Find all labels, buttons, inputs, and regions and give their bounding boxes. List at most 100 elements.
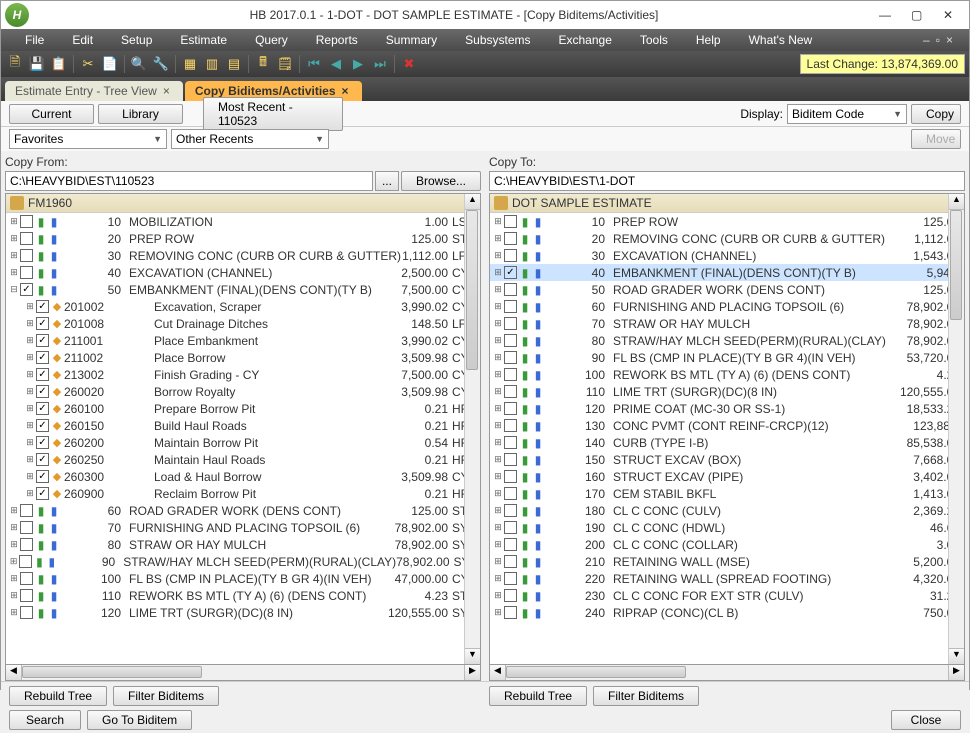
tool-delete-icon[interactable]: ✖ [399,54,419,74]
tool-prev-icon[interactable]: ◀ [326,54,346,74]
expand-icon[interactable]: ⊟ [8,284,20,295]
checkbox[interactable] [20,589,33,602]
expand-icon[interactable]: ⊞ [24,369,36,380]
close-button[interactable]: Close [891,710,961,730]
menu-summary[interactable]: Summary [372,31,451,49]
checkbox[interactable] [504,470,517,483]
checkbox[interactable] [20,521,33,534]
tool-first-icon[interactable]: ⏮ [304,54,324,74]
menu-reports[interactable]: Reports [302,31,372,49]
vertical-scrollbar[interactable]: ▲▼ [948,194,964,664]
expand-icon[interactable]: ⊞ [492,403,504,414]
checkbox[interactable] [36,419,49,432]
horizontal-scrollbar[interactable]: ◀▶ [5,665,481,681]
expand-icon[interactable]: ⊞ [492,454,504,465]
maximize-button[interactable]: ▢ [911,8,925,22]
expand-icon[interactable]: ⊞ [492,471,504,482]
biditem-row[interactable]: ⊞▮▮110REWORK BS MTL (TY A) (6) (DENS CON… [6,587,480,604]
biditem-row[interactable]: ⊞▮▮200CL C CONC (COLLAR)3.00 [490,536,964,553]
rebuild-tree-button[interactable]: Rebuild Tree [9,686,107,706]
checkbox[interactable] [504,419,517,432]
tool-cut-icon[interactable]: ✂ [78,54,98,74]
checkbox[interactable] [504,436,517,449]
current-button[interactable]: Current [9,104,94,124]
expand-icon[interactable]: ⊞ [24,488,36,499]
biditem-row[interactable]: ⊞▮▮50ROAD GRADER WORK (DENS CONT)125.00 [490,281,964,298]
checkbox[interactable] [504,249,517,262]
checkbox[interactable] [504,538,517,551]
checkbox[interactable] [20,249,33,262]
checkbox[interactable] [20,572,33,585]
expand-icon[interactable]: ⊞ [24,454,36,465]
checkbox[interactable] [504,572,517,585]
filter-biditems-button-right[interactable]: Filter Biditems [593,686,699,706]
biditem-row[interactable]: ⊞▮▮40EXCAVATION (CHANNEL)2,500.00CY [6,264,480,281]
checkbox[interactable] [504,453,517,466]
expand-icon[interactable]: ⊞ [24,301,36,312]
checkbox[interactable] [20,504,33,517]
menu-estimate[interactable]: Estimate [166,31,241,49]
tool-note-icon[interactable]: 🗒 [275,54,295,74]
expand-icon[interactable]: ⊞ [8,607,20,618]
checkbox[interactable] [36,351,49,364]
biditem-row[interactable]: ⊞▮▮110LIME TRT (SURGR)(DC)(8 IN)120,555.… [490,383,964,400]
biditem-row[interactable]: ⊞▮▮10PREP ROW125.00 [490,213,964,230]
move-button[interactable]: Move [911,129,961,149]
checkbox[interactable] [504,368,517,381]
expand-icon[interactable]: ⊞ [492,352,504,363]
checkbox[interactable] [504,487,517,500]
checkbox[interactable] [504,521,517,534]
menu-query[interactable]: Query [241,31,302,49]
checkbox[interactable] [504,504,517,517]
expand-icon[interactable]: ⊞ [24,318,36,329]
checkbox[interactable] [36,487,49,500]
menu-exchange[interactable]: Exchange [545,31,626,49]
activity-row[interactable]: ⊞◆213002Finish Grading - CY7,500.00CY [6,366,480,383]
expand-icon[interactable]: ⊞ [492,437,504,448]
checkbox[interactable] [36,368,49,381]
biditem-row[interactable]: ⊞▮▮40EMBANKMENT (FINAL)(DENS CONT)(TY B)… [490,264,964,281]
tab-close-icon[interactable]: × [163,84,173,98]
checkbox[interactable] [36,453,49,466]
biditem-row[interactable]: ⊞▮▮220RETAINING WALL (SPREAD FOOTING)4,3… [490,570,964,587]
biditem-row[interactable]: ⊞▮▮100FL BS (CMP IN PLACE)(TY B GR 4)(IN… [6,570,480,587]
rebuild-tree-button-right[interactable]: Rebuild Tree [489,686,587,706]
expand-icon[interactable]: ⊞ [492,284,504,295]
checkbox[interactable] [20,538,33,551]
expand-icon[interactable]: ⊞ [492,335,504,346]
expand-icon[interactable]: ⊞ [8,505,20,516]
path-browse-dots-button[interactable]: ... [375,171,399,191]
horizontal-scrollbar[interactable]: ◀▶ [489,665,965,681]
biditem-row[interactable]: ⊞▮▮70STRAW OR HAY MULCH78,902.00 [490,315,964,332]
biditem-row[interactable]: ⊞▮▮140CURB (TYPE I-B)85,538.00 [490,434,964,451]
minimize-button[interactable]: — [879,8,893,22]
checkbox[interactable] [20,266,33,279]
expand-icon[interactable]: ⊞ [492,369,504,380]
expand-icon[interactable]: ⊞ [8,216,20,227]
expand-icon[interactable]: ⊞ [24,352,36,363]
expand-icon[interactable]: ⊞ [492,233,504,244]
close-window-button[interactable]: ✕ [943,8,957,22]
tool-paste-icon[interactable]: 📄 [100,54,120,74]
expand-icon[interactable]: ⊞ [492,420,504,431]
expand-icon[interactable]: ⊞ [8,590,20,601]
expand-icon[interactable]: ⊞ [492,539,504,550]
expand-icon[interactable]: ⊞ [492,301,504,312]
biditem-row[interactable]: ⊞▮▮190CL C CONC (HDWL)46.66 [490,519,964,536]
menu-file[interactable]: File [11,31,58,49]
copy-from-path[interactable]: C:\HEAVYBID\EST\110523 [5,171,373,191]
expand-icon[interactable]: ⊞ [492,522,504,533]
biditem-row[interactable]: ⊞▮▮80STRAW/HAY MLCH SEED(PERM)(RURAL)(CL… [490,332,964,349]
activity-row[interactable]: ⊞◆201008Cut Drainage Ditches148.50LF [6,315,480,332]
expand-icon[interactable]: ⊞ [492,386,504,397]
activity-row[interactable]: ⊞◆260200Maintain Borrow Pit0.54HR [6,434,480,451]
go-to-biditem-button[interactable]: Go To Biditem [87,710,192,730]
expand-icon[interactable]: ⊞ [24,386,36,397]
expand-icon[interactable]: ⊞ [8,233,20,244]
checkbox[interactable] [504,266,517,279]
mdi-close-icon[interactable]: × [946,33,953,47]
tool-last-icon[interactable]: ⏭ [370,54,390,74]
biditem-row[interactable]: ⊞▮▮130CONC PVMT (CONT REINF-CRCP)(12)123… [490,417,964,434]
activity-row[interactable]: ⊞◆260250Maintain Haul Roads0.21HR [6,451,480,468]
tool-save-icon[interactable]: 💾 [27,54,47,74]
